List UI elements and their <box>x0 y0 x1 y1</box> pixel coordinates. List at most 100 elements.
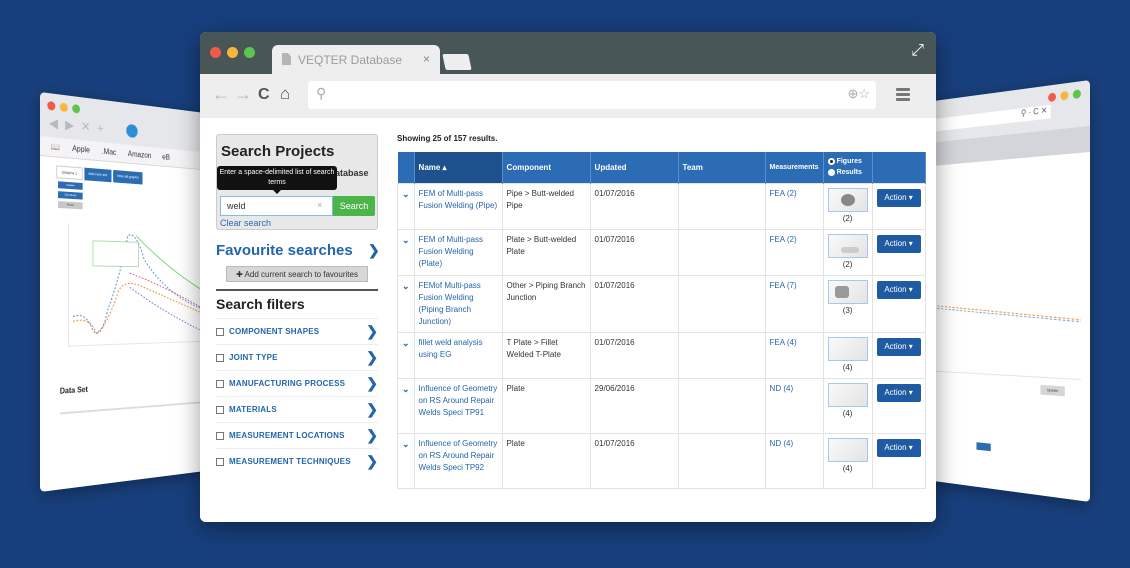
expand-row-chevron-icon[interactable]: ⌄ <box>397 274 415 333</box>
filter-checkbox[interactable] <box>216 380 224 388</box>
add-set-tab[interactable]: Add new set <box>84 167 112 183</box>
figure-thumbnail[interactable] <box>827 279 868 304</box>
action-dropdown-button[interactable]: Action ▾ <box>876 234 921 253</box>
figure-thumbnail[interactable] <box>827 233 868 258</box>
action-dropdown-button[interactable]: Action ▾ <box>876 438 921 457</box>
back-icon[interactable]: ◀ <box>49 115 58 132</box>
filter-checkbox[interactable] <box>216 406 224 414</box>
graph-tab[interactable]: GRAPH 1 <box>56 165 83 181</box>
address-bar[interactable]: ⚲ ⊕☆ <box>308 81 876 109</box>
measurements-link[interactable]: FEA (4) <box>770 338 797 347</box>
expand-row-chevron-icon[interactable]: ⌄ <box>397 228 415 276</box>
filter-checkbox[interactable] <box>216 354 224 362</box>
figure-thumbnail[interactable] <box>827 336 868 361</box>
figures-radio[interactable] <box>827 157 835 165</box>
forward-arrow-icon[interactable]: → <box>234 84 252 105</box>
chevron-right-icon[interactable]: ❯ <box>366 349 378 366</box>
bookmark-item[interactable]: eB <box>162 153 170 162</box>
hide-graphs-tab[interactable]: Hide all graphs <box>112 169 143 185</box>
address-bar[interactable]: ⚲ · C ✕ <box>923 104 1051 133</box>
update-button[interactable]: Update <box>58 181 83 190</box>
filter-label[interactable]: MEASUREMENT TECHNIQUES <box>229 457 351 466</box>
minimize-window-dot[interactable] <box>227 47 238 58</box>
filter-label[interactable]: MEASUREMENT LOCATIONS <box>229 431 345 440</box>
measurements-link[interactable]: ND (4) <box>770 439 794 448</box>
bookmark-item[interactable]: .Mac <box>102 147 116 157</box>
column-header-name[interactable]: Name ▴ <box>414 152 503 183</box>
chevron-right-icon[interactable]: ❯ <box>366 453 378 470</box>
filter-manufacturing-process[interactable]: MANUFACTURING PROCESS ❯ <box>216 370 378 396</box>
update-button[interactable]: Update <box>1040 384 1065 397</box>
project-name-link[interactable]: FEM of Multi-pass Fusion Welding (Plate) <box>419 235 483 268</box>
filter-checkbox[interactable] <box>216 432 224 440</box>
measurements-link[interactable]: ND (4) <box>770 384 794 393</box>
column-header-measurements[interactable]: Measurements <box>765 152 824 183</box>
filter-checkbox[interactable] <box>216 328 224 336</box>
reload-icon[interactable]: C <box>258 86 270 104</box>
new-tab-button[interactable] <box>442 54 472 70</box>
book-icon[interactable]: 📖 <box>51 142 60 152</box>
reset-button[interactable]: Reset <box>58 201 83 210</box>
menu-icon[interactable] <box>896 88 910 103</box>
chevron-right-icon[interactable]: ❯ <box>366 375 378 392</box>
add-to-favourites-button[interactable]: ✚ Add current search to favourites <box>226 266 368 282</box>
submit-button[interactable] <box>976 442 991 452</box>
expand-row-chevron-icon[interactable]: ⌄ <box>397 331 415 379</box>
column-header-updated[interactable]: Updated <box>590 152 679 183</box>
project-name-link[interactable]: fillet weld analysis using EG <box>419 338 483 359</box>
figure-thumbnail[interactable] <box>827 382 868 407</box>
figure-thumbnail[interactable] <box>827 437 868 462</box>
filter-label[interactable]: MANUFACTURING PROCESS <box>229 379 345 388</box>
project-name-link[interactable]: FEMof Multi-pass Fusion Welding (Piping … <box>419 281 481 326</box>
filter-label[interactable]: COMPONENT SHAPES <box>229 327 319 336</box>
maximize-window-dot[interactable] <box>1072 89 1081 100</box>
clear-input-icon[interactable]: × <box>317 200 322 210</box>
chevron-right-icon[interactable]: ❯ <box>366 427 378 444</box>
expand-row-chevron-icon[interactable]: ⌄ <box>397 182 415 230</box>
action-dropdown-button[interactable]: Action ▾ <box>876 383 921 402</box>
column-header-team[interactable]: Team <box>678 152 766 183</box>
bookmark-item[interactable]: Apple <box>72 144 90 154</box>
project-name-link[interactable]: FEM of Multi-pass Fusion Welding (Pipe) <box>419 189 498 210</box>
close-window-dot[interactable] <box>210 47 221 58</box>
expand-row-chevron-icon[interactable]: ⌄ <box>397 377 415 434</box>
download-button[interactable]: Download <box>58 191 83 200</box>
filter-joint-type[interactable]: JOINT TYPE ❯ <box>216 344 378 370</box>
action-dropdown-button[interactable]: Action ▾ <box>876 280 921 299</box>
forward-icon[interactable]: ▶ <box>65 117 74 134</box>
action-dropdown-button[interactable]: Action ▾ <box>876 188 921 207</box>
action-dropdown-button[interactable]: Action ▾ <box>876 337 921 356</box>
home-icon[interactable]: ⌂ <box>280 84 290 104</box>
minimize-window-dot[interactable] <box>1060 90 1069 101</box>
filter-label[interactable]: JOINT TYPE <box>229 353 278 362</box>
chevron-right-icon[interactable]: ❯ <box>366 401 378 418</box>
bookmark-item[interactable]: Amazon <box>128 149 152 160</box>
filter-label[interactable]: MATERIALS <box>229 405 277 414</box>
measurements-link[interactable]: FEA (7) <box>770 281 797 290</box>
chevron-right-icon[interactable]: ❯ <box>368 242 380 259</box>
favourite-searches-heading[interactable]: Favourite searches <box>216 242 353 259</box>
stop-icon[interactable]: ✕ <box>81 119 90 136</box>
filter-measurement-techniques[interactable]: MEASUREMENT TECHNIQUES ❯ <box>216 448 378 474</box>
column-header-component[interactable]: Component <box>502 152 591 183</box>
measurements-link[interactable]: FEA (2) <box>770 235 797 244</box>
search-button[interactable]: Search <box>333 196 375 216</box>
results-radio-label[interactable]: Results <box>837 169 862 176</box>
minimize-window-dot[interactable] <box>59 102 68 113</box>
figures-radio-label[interactable]: Figures <box>837 158 862 165</box>
filter-checkbox[interactable] <box>216 458 224 466</box>
close-window-dot[interactable] <box>47 100 56 111</box>
close-tab-icon[interactable]: × <box>423 52 430 66</box>
close-window-dot[interactable] <box>1048 92 1057 103</box>
results-radio[interactable] <box>827 168 835 176</box>
clear-search-link[interactable]: Clear search <box>220 218 271 228</box>
maximize-window-dot[interactable] <box>244 47 255 58</box>
expand-row-chevron-icon[interactable]: ⌄ <box>397 432 415 489</box>
fullscreen-icon[interactable]: ⤢ <box>911 42 924 60</box>
browser-tab[interactable]: VEQTER Database × <box>272 45 440 74</box>
project-name-link[interactable]: Influence of Geometry on RS Around Repai… <box>419 439 498 472</box>
filter-materials[interactable]: MATERIALS ❯ <box>216 396 378 422</box>
measurements-link[interactable]: FEA (2) <box>770 189 797 198</box>
new-tab-icon[interactable]: + <box>97 120 103 136</box>
figure-thumbnail[interactable] <box>827 187 868 212</box>
